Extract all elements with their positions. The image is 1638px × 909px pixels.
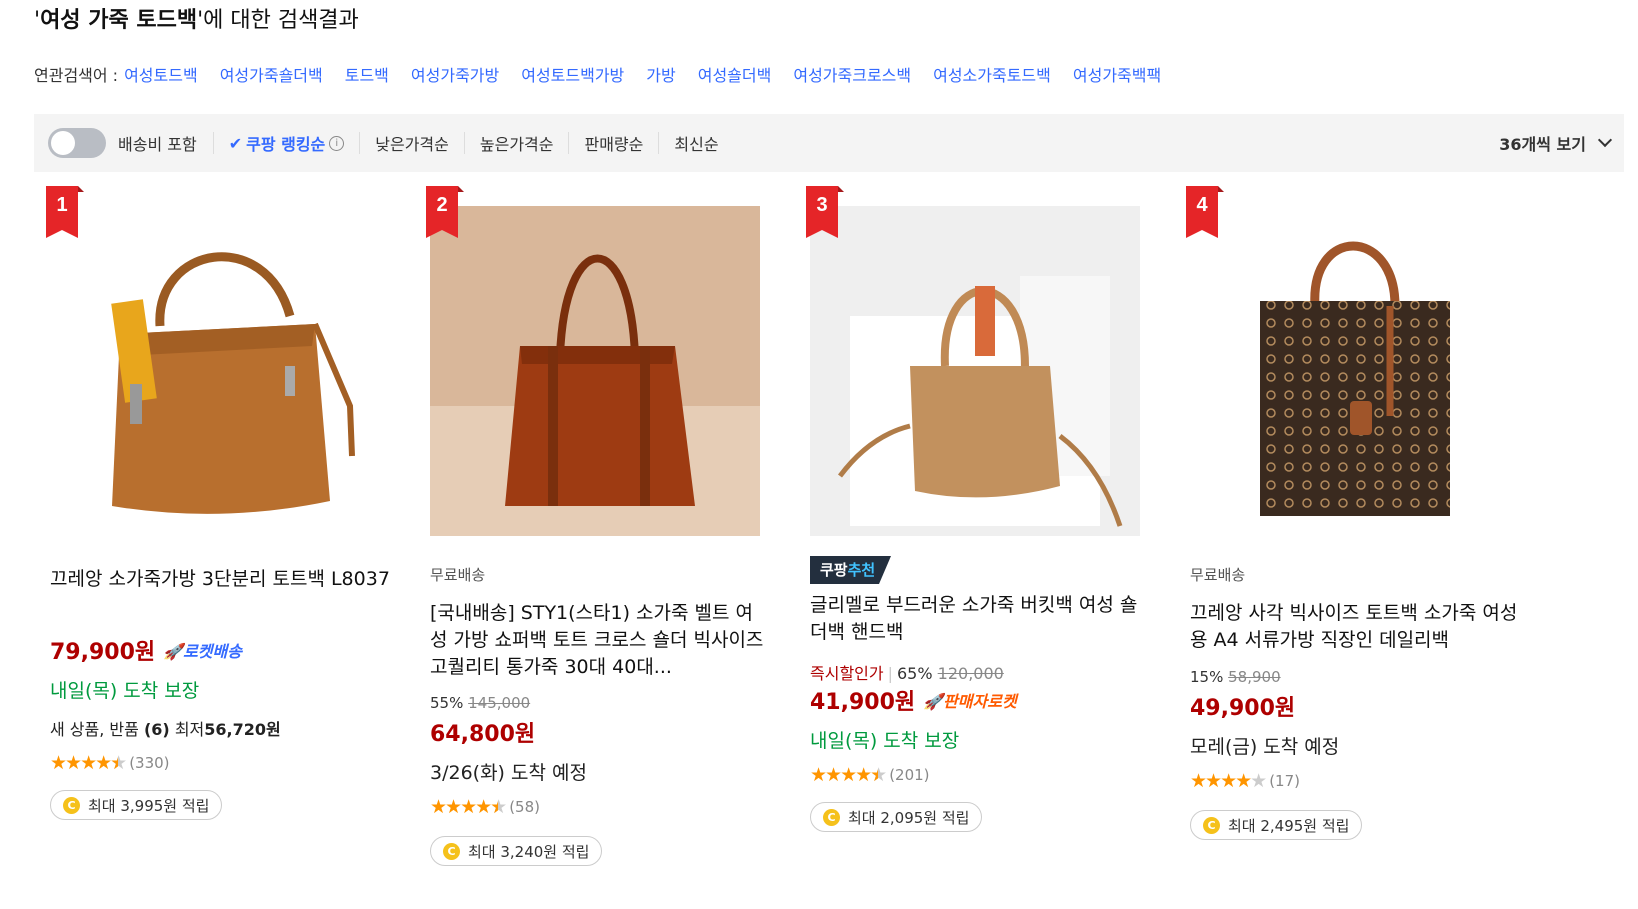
reward-badge: C 최대 2,495원 적립 xyxy=(1190,810,1363,840)
review-count: (330) xyxy=(129,754,170,772)
reward-badge: C 최대 2,095원 적립 xyxy=(810,802,983,832)
original-price: 145,000 xyxy=(468,694,531,712)
product-name[interactable]: 글리멜로 부드러운 소가죽 버킷백 여성 숄더백 핸드백 xyxy=(810,592,1150,646)
related-term-link[interactable]: 여성가죽백팩 xyxy=(1073,62,1161,86)
original-price: 58,900 xyxy=(1228,668,1281,686)
discount-row: 15% 58,900 xyxy=(1190,668,1530,686)
product-image[interactable] xyxy=(430,206,760,536)
product-price: 41,900원 xyxy=(810,690,916,715)
coin-icon: C xyxy=(443,842,460,860)
product-card[interactable]: 4 무료배송 끄레앙 사각 빅사이즈 토트백 소가죽 여성용 A4 서류가방 직… xyxy=(1174,186,1534,886)
search-query: 여성 가죽 토드백 xyxy=(40,8,198,33)
related-term-link[interactable]: 여성숄더백 xyxy=(698,62,772,86)
star-rating-icon: ★★★★★★ xyxy=(810,764,887,786)
info-icon[interactable]: i xyxy=(329,135,345,151)
check-icon: ✔ xyxy=(228,133,243,153)
related-term-link[interactable]: 여성소가죽토드백 xyxy=(933,62,1051,86)
related-term-link[interactable]: 가방 xyxy=(646,62,675,86)
star-rating-icon: ★★★★★ xyxy=(1190,770,1267,792)
search-result-title: '여성 가죽 토드백'에 대한 검색결과 xyxy=(34,8,359,33)
review-count: (201) xyxy=(889,766,930,784)
rank-badge: 4 xyxy=(1186,186,1224,238)
sort-low-price[interactable]: 낮은가격순 xyxy=(360,131,464,155)
rating: ★★★★★★ (201) xyxy=(810,764,1150,786)
sort-label: 쿠팡 랭킹순 xyxy=(246,135,326,154)
coupang-recommend-badge: 쿠팡추천 xyxy=(810,556,892,584)
free-shipping-label: 무료배송 xyxy=(1190,566,1246,584)
reward-container: C 최대 3,240원 적립 xyxy=(430,836,770,866)
coin-icon: C xyxy=(63,796,80,814)
reward-container: C 최대 2,495원 적립 xyxy=(1190,810,1530,840)
related-term-link[interactable]: 여성가죽가방 xyxy=(411,62,499,86)
sort-coupang-ranking[interactable]: ✔ 쿠팡 랭킹순 i xyxy=(214,131,360,155)
arrival-info: 3/26(화) 도착 예정 xyxy=(430,762,587,784)
sort-newest[interactable]: 최신순 xyxy=(659,131,733,155)
discount-row: 55% 145,000 xyxy=(430,694,770,712)
related-term-link[interactable]: 여성가죽숄더백 xyxy=(220,62,323,86)
reward-badge: C 최대 3,995원 적립 xyxy=(50,790,223,820)
discount-rate: 15% xyxy=(1190,668,1224,686)
related-searches: 연관검색어 : 여성토드백 여성가죽숄더백 토드백 여성가죽가방 여성토드백가방… xyxy=(34,62,1183,86)
view-count-select[interactable]: 36개씩 보기 xyxy=(1499,131,1613,155)
shipping-fee-label: 배송비 포함 xyxy=(118,135,197,154)
reward-container: C 최대 3,995원 적립 xyxy=(50,790,390,820)
product-name[interactable]: 끄레앙 사각 빅사이즈 토트백 소가죽 여성용 A4 서류가방 직장인 데일리백 xyxy=(1190,600,1530,654)
instant-discount-row: 즉시할인가 | 65% 120,000 xyxy=(810,664,1004,683)
shipping-fee-toggle[interactable] xyxy=(48,128,106,158)
review-count: (17) xyxy=(1269,772,1300,790)
chevron-down-icon xyxy=(1597,132,1613,148)
star-rating-icon: ★★★★★★ xyxy=(430,796,507,818)
product-price-row: 41,900원 🚀판매자로켓 xyxy=(810,684,1150,716)
product-image[interactable] xyxy=(50,206,380,536)
reward-container: C 최대 2,095원 적립 xyxy=(810,802,1150,832)
seller-rocket-badge: 🚀판매자로켓 xyxy=(923,692,1017,711)
coin-icon: C xyxy=(1203,816,1220,834)
product-image[interactable] xyxy=(810,206,1140,536)
rocket-delivery-badge: 🚀로켓배송 xyxy=(163,642,242,661)
rank-badge: 3 xyxy=(806,186,844,238)
product-card[interactable]: 1 끄레앙 소가죽가방 3단분리 토트백 L8037 79,900원 🚀로켓배송… xyxy=(34,186,394,886)
original-price: 120,000 xyxy=(937,664,1004,683)
sort-high-price[interactable]: 높은가격순 xyxy=(465,131,569,155)
arrival-info: 내일(목) 도착 보장 xyxy=(810,730,960,752)
rating: ★★★★★ (17) xyxy=(1190,770,1530,792)
star-rating-icon: ★★★★★★ xyxy=(50,752,127,774)
discount-rate: 55% xyxy=(430,694,464,712)
related-term-link[interactable]: 여성토드백 xyxy=(124,62,198,86)
instant-discount-label: 즉시할인가 xyxy=(810,664,884,683)
related-term-link[interactable]: 여성토드백가방 xyxy=(521,62,624,86)
related-searches-label: 연관검색어 : xyxy=(34,66,119,85)
product-price: 49,900원 xyxy=(1190,696,1296,721)
sort-bar: 배송비 포함 ✔ 쿠팡 랭킹순 i 낮은가격순 높은가격순 판매량순 최신순 3… xyxy=(34,114,1624,172)
related-term-link[interactable]: 토드백 xyxy=(345,62,389,86)
used-offers[interactable]: 새 상품, 반품 (6) 최저56,720원 xyxy=(50,716,390,740)
rank-badge: 1 xyxy=(46,186,84,238)
review-count: (58) xyxy=(509,798,540,816)
product-price-row: 79,900원 🚀로켓배송 xyxy=(50,634,390,666)
product-image[interactable] xyxy=(1190,206,1520,536)
arrival-info: 내일(목) 도착 보장 xyxy=(50,680,200,702)
product-price: 64,800원 xyxy=(430,722,536,747)
rating: ★★★★★★ (330) xyxy=(50,752,390,774)
coin-icon: C xyxy=(823,808,840,826)
toggle-knob xyxy=(51,131,75,155)
discount-rate: 65% xyxy=(897,664,933,683)
view-count-label: 36개씩 보기 xyxy=(1499,135,1586,154)
sort-sales[interactable]: 판매량순 xyxy=(569,131,658,155)
rank-badge: 2 xyxy=(426,186,464,238)
product-name[interactable]: 끄레앙 소가죽가방 3단분리 토트백 L8037 xyxy=(50,566,390,593)
product-card[interactable]: 3 쿠팡추천 글리멜로 부드러운 소가죽 버킷백 여성 숄더백 핸드백 즉시할인… xyxy=(794,186,1154,886)
product-name[interactable]: [국내배송] STY1(스타1) 소가죽 벨트 여성 가방 쇼퍼백 토트 크로스… xyxy=(430,600,770,681)
search-title-suffix: 에 대한 검색결과 xyxy=(203,8,359,33)
reward-badge: C 최대 3,240원 적립 xyxy=(430,836,603,866)
product-info: 끄레앙 소가죽가방 3단분리 토트백 L8037 xyxy=(50,566,390,593)
arrival-info: 모레(금) 도착 예정 xyxy=(1190,736,1340,758)
product-card[interactable]: 2 무료배송 [국내배송] STY1(스타1) 소가죽 벨트 여성 가방 쇼퍼백… xyxy=(414,186,774,886)
rating: ★★★★★★ (58) xyxy=(430,796,770,818)
free-shipping-label: 무료배송 xyxy=(430,566,486,584)
product-price: 79,900원 xyxy=(50,640,156,665)
coupang-recommend-container: 쿠팡추천 xyxy=(810,556,1150,584)
related-term-link[interactable]: 여성가죽크로스백 xyxy=(793,62,911,86)
